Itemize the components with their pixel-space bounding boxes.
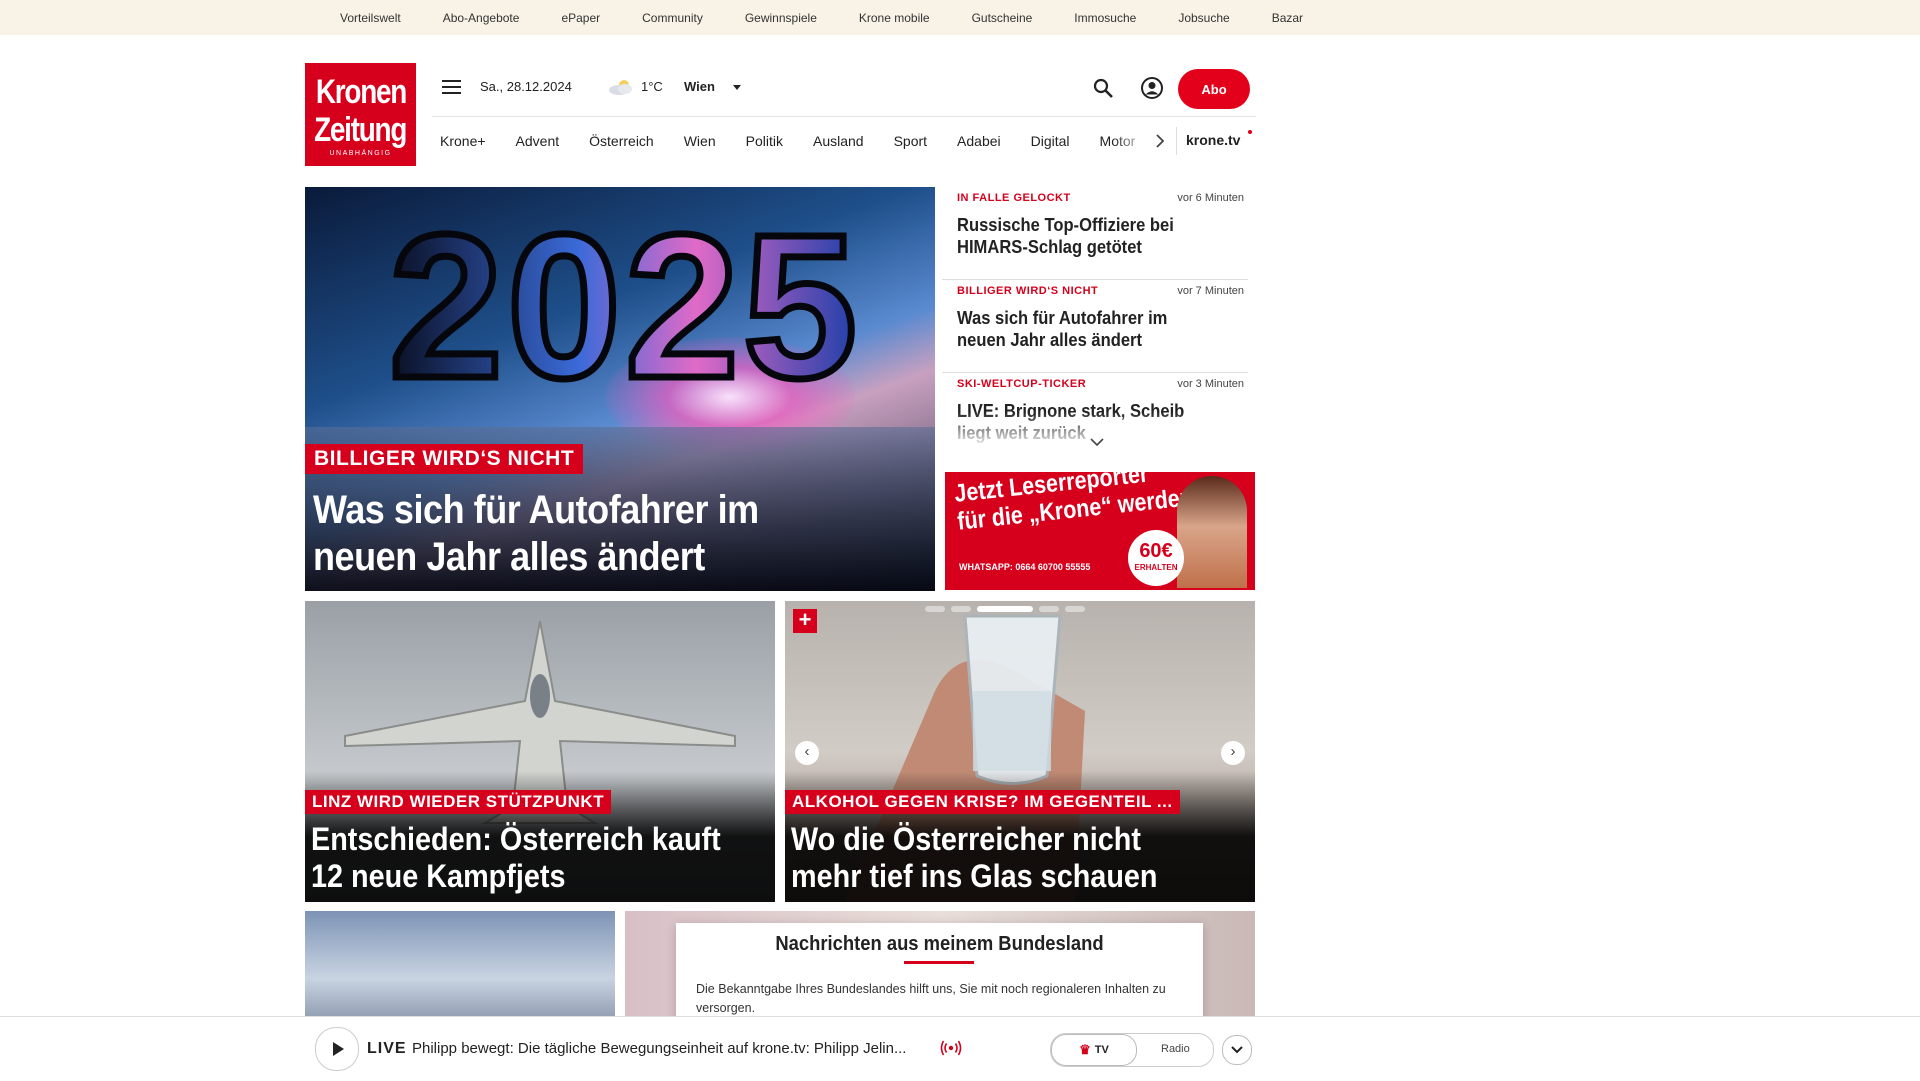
now-playing-text[interactable]: Philipp bewegt: Die tägliche Bewegungsei… [412, 1040, 906, 1057]
card-title[interactable]: Wo die Österreicher nicht mehr tief ins … [791, 821, 1205, 895]
nav-krone-tv[interactable]: krone.tv [1186, 132, 1240, 148]
header-bar: Sa., 28.12.2024 1°C Wien Abo [432, 62, 1256, 112]
expand-icon[interactable] [1222, 1035, 1252, 1065]
ad-whatsapp: WHATSAPP: 0664 60700 55555 [959, 562, 1091, 572]
logo-line-2: Zeitung [314, 110, 407, 149]
live-player-bar: LIVE Philipp bewegt: Die tägliche Bewegu… [0, 1016, 1920, 1081]
user-icon[interactable] [1140, 76, 1164, 100]
slider-dots[interactable] [925, 606, 1085, 612]
teaser-time: vor 7 Minuten [1177, 285, 1244, 297]
list-item[interactable]: BILLIGER WIRD‘S NICHT vor 7 Minuten Was … [942, 280, 1248, 373]
search-icon[interactable] [1092, 77, 1114, 99]
top-link-4[interactable]: Gewinnspiele [745, 11, 817, 25]
plus-icon: + [793, 609, 817, 633]
list-fade [942, 412, 1252, 455]
region-popup[interactable]: Nachrichten aus meinem Bundesland Die Be… [676, 923, 1203, 1023]
menu-icon[interactable] [442, 80, 461, 94]
teaser-title[interactable]: Was sich für Autofahrer im neuen Jahr al… [957, 307, 1219, 351]
article-card-fighter-jets[interactable]: LINZ WIRD WIEDER STÜTZPUNKT Entschieden:… [305, 601, 775, 902]
ad-amount: 60€ [1139, 540, 1173, 562]
current-date: Sa., 28.12.2024 [480, 79, 572, 94]
top-link-8[interactable]: Jobsuche [1178, 11, 1229, 25]
ad-amount-note: ERHALTEN [1134, 563, 1178, 572]
radio-waves-icon [940, 1040, 962, 1056]
abo-button[interactable]: Abo [1178, 69, 1250, 109]
ad-headline: Jetzt Leserreporter für die „Krone“ werd… [953, 472, 1194, 536]
nav-item-6[interactable]: Sport [894, 133, 927, 149]
latest-news-list: IN FALLE GELOCKT vor 6 Minuten Russische… [942, 187, 1252, 455]
crown-icon: ♛ [1079, 1042, 1091, 1057]
top-link-9[interactable]: Bazar [1272, 11, 1303, 25]
weather-cloud-icon [609, 80, 632, 95]
tv-toggle-button[interactable]: ♛ TV [1051, 1034, 1137, 1066]
ad-model-photo [1177, 476, 1247, 588]
region-popup-title: Nachrichten aus meinem Bundesland [775, 933, 1104, 955]
nav-item-5[interactable]: Ausland [813, 133, 864, 149]
top-link-6[interactable]: Gutscheine [972, 11, 1033, 25]
nav-item-7[interactable]: Adabei [957, 133, 1001, 149]
region-popup-text: Die Bekanntgabe Ihres Bundeslandes hilft… [696, 982, 1166, 1015]
nav-item-4[interactable]: Politik [746, 133, 783, 149]
top-link-7[interactable]: Immosuche [1074, 11, 1136, 25]
logo-tagline: UNABHÄNGIG [329, 149, 392, 157]
top-utility-bar: Vorteilswelt Abo-Angebote ePaper Community G… [0, 0, 1920, 35]
top-link-0[interactable]: Vorteilswelt [340, 11, 401, 25]
tv-radio-toggle[interactable]: ♛ TV Radio [1050, 1033, 1214, 1067]
card-kicker: ALKOHOL GEGEN KRISE? IM GEGENTEIL ... [785, 790, 1180, 814]
teaser-kicker: BILLIGER WIRD‘S NICHT [957, 285, 1099, 297]
nav-item-2[interactable]: Österreich [589, 133, 654, 149]
article-card-alcohol[interactable]: + ‹ › ALKOHOL GEGEN KRISE? IM GEGENTEIL … [785, 601, 1255, 902]
card-kicker: LINZ WIRD WIEDER STÜTZPUNKT [305, 790, 612, 814]
main-navigation: Krone+ Advent Österreich Wien Politik Ausland… [432, 116, 1256, 165]
live-label: LIVE [367, 1040, 407, 1057]
teaser-kicker: IN FALLE GELOCKT [957, 192, 1071, 204]
chevron-right-icon[interactable] [1154, 134, 1166, 148]
ad-reward-badge: 60€ ERHALTEN [1128, 530, 1184, 586]
teaser-time: vor 6 Minuten [1177, 192, 1244, 204]
nav-item-8[interactable]: Digital [1031, 133, 1070, 149]
arrow-right-icon[interactable]: › [1221, 741, 1245, 765]
temperature: 1°C [641, 79, 663, 94]
city-select[interactable]: Wien [684, 79, 715, 94]
kronen-zeitung-logo[interactable]: Kronen Zeitung UNABHÄNGIG [305, 63, 416, 166]
live-dot [1248, 130, 1252, 134]
card-title[interactable]: Entschieden: Österreich kauft 12 neue Ka… [311, 821, 725, 895]
radio-toggle-button[interactable]: Radio [1161, 1043, 1190, 1055]
chevron-down-icon[interactable] [1090, 437, 1104, 447]
top-link-5[interactable]: Krone mobile [859, 11, 930, 25]
region-popup-underline [904, 961, 974, 964]
teaser-title[interactable]: Russische Top-Offiziere bei HIMARS-Schla… [957, 214, 1219, 258]
hero-title[interactable]: Was sich für Autofahrer im neuen Jahr al… [313, 487, 853, 581]
logo-line-1: Kronen [315, 72, 406, 111]
hero-article[interactable]: 2025 BILLIGER WIRD‘S NICHT Was sich für … [305, 187, 935, 591]
top-link-2[interactable]: ePaper [561, 11, 600, 25]
play-icon[interactable] [315, 1027, 359, 1071]
nav-item-1[interactable]: Advent [516, 133, 560, 149]
hero-year-graphic: 2025 [385, 197, 861, 397]
teaser-time: vor 3 Minuten [1177, 378, 1244, 390]
teaser-kicker: SKI-WELTCUP-TICKER [957, 378, 1087, 390]
arrow-left-icon[interactable]: ‹ [795, 741, 819, 765]
leserreporter-ad[interactable]: Jetzt Leserreporter für die „Krone“ werd… [945, 472, 1255, 590]
nav-item-3[interactable]: Wien [684, 133, 716, 149]
nav-fade [1112, 117, 1152, 165]
top-link-1[interactable]: Abo-Angebote [443, 11, 520, 25]
nav-items: Krone+ Advent Österreich Wien Politik Ausland… [440, 117, 1165, 165]
tv-toggle-label: TV [1094, 1044, 1109, 1056]
nav-divider [1176, 127, 1177, 155]
nav-item-0[interactable]: Krone+ [440, 133, 486, 149]
hero-year-text: 2025 [389, 197, 861, 397]
top-link-3[interactable]: Community [642, 11, 703, 25]
list-item[interactable]: IN FALLE GELOCKT vor 6 Minuten Russische… [942, 187, 1248, 280]
hero-kicker[interactable]: BILLIGER WIRD‘S NICHT [305, 444, 584, 474]
caret-down-icon[interactable] [733, 85, 741, 90]
top-links: Vorteilswelt Abo-Angebote ePaper Community G… [340, 0, 1345, 35]
